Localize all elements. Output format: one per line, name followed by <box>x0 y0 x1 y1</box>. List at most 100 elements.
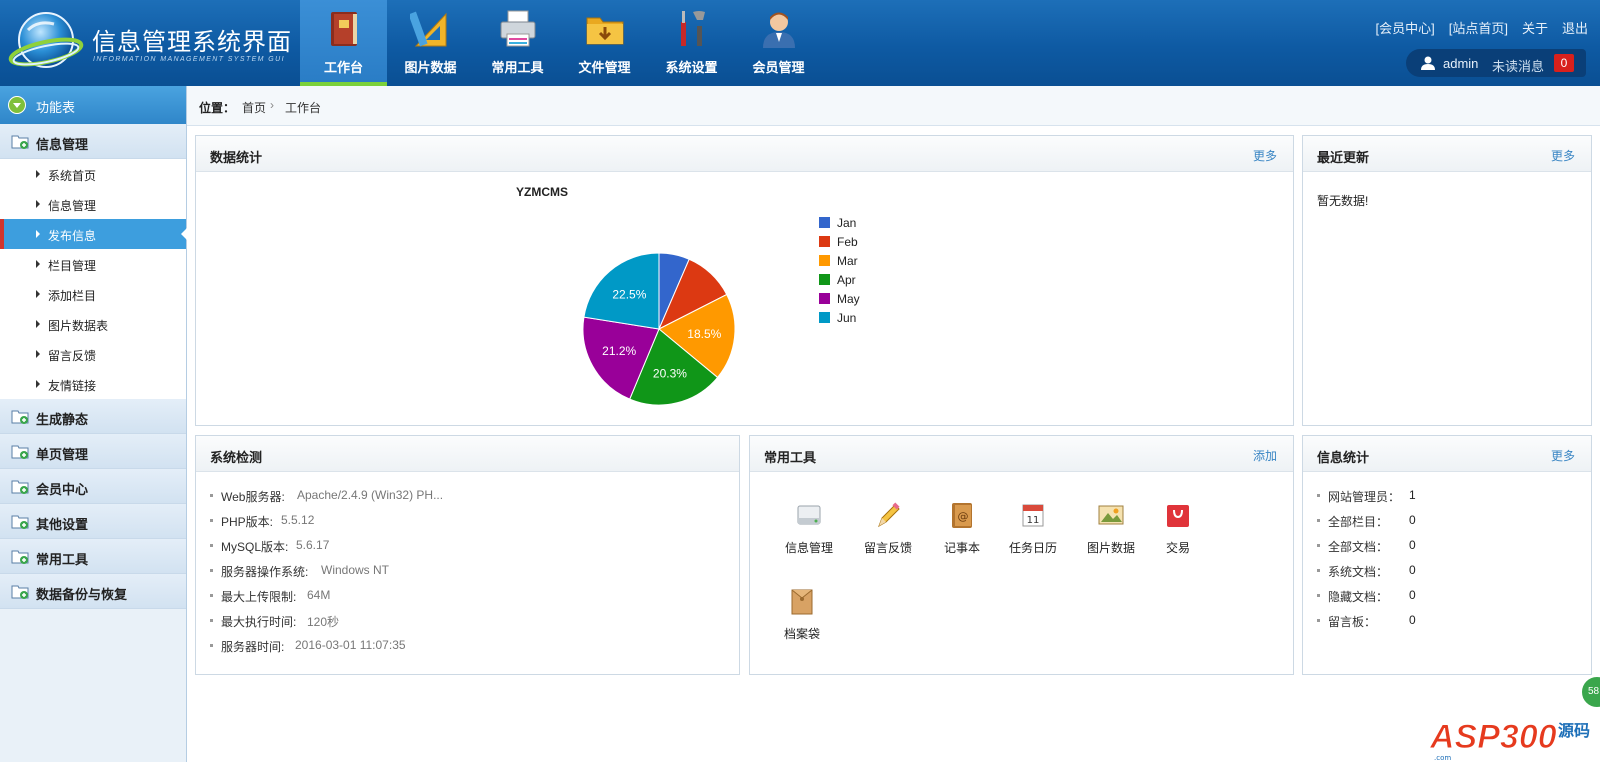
tool-task-calendar[interactable]: 11 任务日历 <box>998 500 1068 556</box>
nav-file-manage[interactable]: 文件管理 <box>561 0 648 86</box>
address-book-icon: @ <box>952 503 972 528</box>
legend-label[interactable]: Apr <box>837 273 856 287</box>
info-value: 1 <box>1409 488 1416 502</box>
caret-right-icon <box>36 200 40 208</box>
member-center-link[interactable]: [会员中心] <box>1376 18 1435 37</box>
info-value: 2016-03-01 11:07:35 <box>295 638 406 652</box>
sidebar-group-info-manage[interactable]: 信息管理 <box>0 124 186 159</box>
nav-label: 常用工具 <box>491 60 544 75</box>
info-value: 0 <box>1409 588 1416 602</box>
sidebar-item-label: 图片数据表 <box>48 319 109 333</box>
legend-swatch <box>819 312 830 323</box>
sidebar-item-label: 栏目管理 <box>48 259 97 273</box>
sidebar-group-other-settings[interactable]: 其他设置 <box>0 504 186 539</box>
sidebar-item-add-column[interactable]: 添加栏目 <box>0 279 186 309</box>
legend-label[interactable]: Feb <box>837 235 858 249</box>
asp300-watermark-logo: ASP300 源码 .com <box>1429 718 1591 762</box>
sidebar-group-single-page[interactable]: 单页管理 <box>0 434 186 469</box>
sidebar-group-common-tools[interactable]: 常用工具 <box>0 539 186 574</box>
folder-add-icon <box>11 410 29 424</box>
info-key: Web服务器: <box>221 490 285 504</box>
tool-label: 交易 <box>1165 541 1190 555</box>
sidebar-group-generate-static[interactable]: 生成静态 <box>0 399 186 434</box>
sidebar-item-label: 发布信息 <box>48 229 97 243</box>
info-key: MySQL版本: <box>221 540 289 554</box>
top-links: [会员中心] [站点首页] 关于 退出 <box>1376 18 1589 37</box>
info-value: 0 <box>1409 513 1416 527</box>
tool-image-data[interactable]: 图片数据 <box>1076 500 1146 556</box>
folder-add-icon <box>11 550 29 564</box>
sidebar-group-label: 信息管理 <box>36 137 89 152</box>
nav-label: 文件管理 <box>578 60 631 75</box>
panel-title: 最近更新 <box>1317 150 1370 165</box>
site-home-link[interactable]: [站点首页] <box>1449 18 1508 37</box>
nav-workbench[interactable]: 工作台 <box>300 0 387 86</box>
username[interactable]: admin <box>1443 56 1478 71</box>
breadcrumb-home-link[interactable]: 首页 <box>242 99 266 116</box>
legend-label[interactable]: Mar <box>837 254 858 268</box>
sidebar-group-label: 生成静态 <box>36 412 89 427</box>
info-key: 全部文档： <box>1328 540 1389 554</box>
panel-header: 信息统计 更多 <box>1303 436 1591 472</box>
legend-label[interactable]: May <box>837 292 860 306</box>
tool-trade[interactable]: 交易 <box>1143 500 1213 556</box>
legend-label[interactable]: Jan <box>837 216 856 230</box>
logout-link[interactable]: 退出 <box>1562 18 1588 37</box>
svg-text:源码: 源码 <box>1558 721 1590 740</box>
sidebar-group-label: 单页管理 <box>36 447 89 462</box>
sidebar-group-backup-restore[interactable]: 数据备份与恢复 <box>0 574 186 609</box>
sidebar-item-image-table[interactable]: 图片数据表 <box>0 309 186 339</box>
tool-label: 记事本 <box>943 541 980 555</box>
nav-label: 会员管理 <box>752 60 805 75</box>
info-key: 网站管理员： <box>1328 490 1401 504</box>
caret-right-icon <box>36 170 40 178</box>
data-stats-panel: 数据统计 更多 YZMCMS 18.5% 20.3% 21.2% 22.5% Jan Feb… <box>195 135 1294 426</box>
sidebar-item-feedback[interactable]: 留言反馈 <box>0 339 186 369</box>
nav-system-settings[interactable]: 系统设置 <box>648 0 735 86</box>
more-link[interactable]: 更多 <box>1551 147 1575 164</box>
sidebar-item-friend-links[interactable]: 友情链接 <box>0 369 186 399</box>
info-stats-panel: 信息统计 更多 网站管理员： 1 全部栏目： 0 全部文档： 0 系统文档： 0 隐藏文… <box>1302 435 1592 675</box>
info-value: 0 <box>1409 613 1416 627</box>
tool-info-manage[interactable]: 信息管理 <box>774 500 844 556</box>
unread-messages-link[interactable]: 未读消息 <box>1492 56 1544 75</box>
svg-text:.com: .com <box>1434 754 1451 762</box>
tools-icon <box>681 11 705 46</box>
nav-member-manage[interactable]: 会员管理 <box>735 0 822 86</box>
svg-text:@: @ <box>958 510 969 523</box>
breadcrumb-separator: › <box>270 98 274 112</box>
info-value: 0 <box>1409 538 1416 552</box>
more-link[interactable]: 更多 <box>1253 147 1277 164</box>
tool-notepad[interactable]: @ 记事本 <box>927 500 997 556</box>
system-check-panel: 系统检测 Web服务器: Apache/2.4.9 (Win32) PH... P… <box>195 435 740 675</box>
info-value: Apache/2.4.9 (Win32) PH... <box>297 488 444 502</box>
legend-label[interactable]: Jun <box>837 311 856 325</box>
sidebar-item-publish-info[interactable]: 发布信息 <box>0 219 187 249</box>
sidebar-item-system-home[interactable]: 系统首页 <box>0 159 186 189</box>
collapse-icon <box>8 96 26 114</box>
info-key: 留言板： <box>1328 615 1377 629</box>
add-link[interactable]: 添加 <box>1253 447 1277 464</box>
tool-archive-bag[interactable]: 档案袋 <box>767 586 837 642</box>
breadcrumb-current: 工作台 <box>285 101 322 115</box>
more-link[interactable]: 更多 <box>1551 447 1575 464</box>
panel-title: 信息统计 <box>1317 450 1370 465</box>
ruler-triangle-icon <box>410 11 447 47</box>
unread-count-badge[interactable]: 0 <box>1554 54 1574 72</box>
caret-right-icon <box>36 350 40 358</box>
pie-data-label: 18.5% <box>687 327 721 341</box>
sidebar-item-info-manage[interactable]: 信息管理 <box>0 189 186 219</box>
tool-feedback[interactable]: 留言反馈 <box>853 500 923 556</box>
pencil-icon <box>878 502 900 528</box>
top-header: 信息管理系统界面 INFORMATION MANAGEMENT SYSTEM G… <box>0 0 1600 86</box>
app-subtitle: INFORMATION MANAGEMENT SYSTEM GUI <box>93 56 285 63</box>
sidebar-header[interactable]: 功能表 <box>0 86 186 124</box>
svg-text:11: 11 <box>1027 515 1040 526</box>
sidebar-item-column-manage[interactable]: 栏目管理 <box>0 249 186 279</box>
nav-common-tools[interactable]: 常用工具 <box>474 0 561 86</box>
caret-right-icon <box>36 230 40 238</box>
folder-icon <box>586 17 624 45</box>
about-link[interactable]: 关于 <box>1522 18 1548 37</box>
sidebar-group-member-center[interactable]: 会员中心 <box>0 469 186 504</box>
nav-image-data[interactable]: 图片数据 <box>387 0 474 86</box>
